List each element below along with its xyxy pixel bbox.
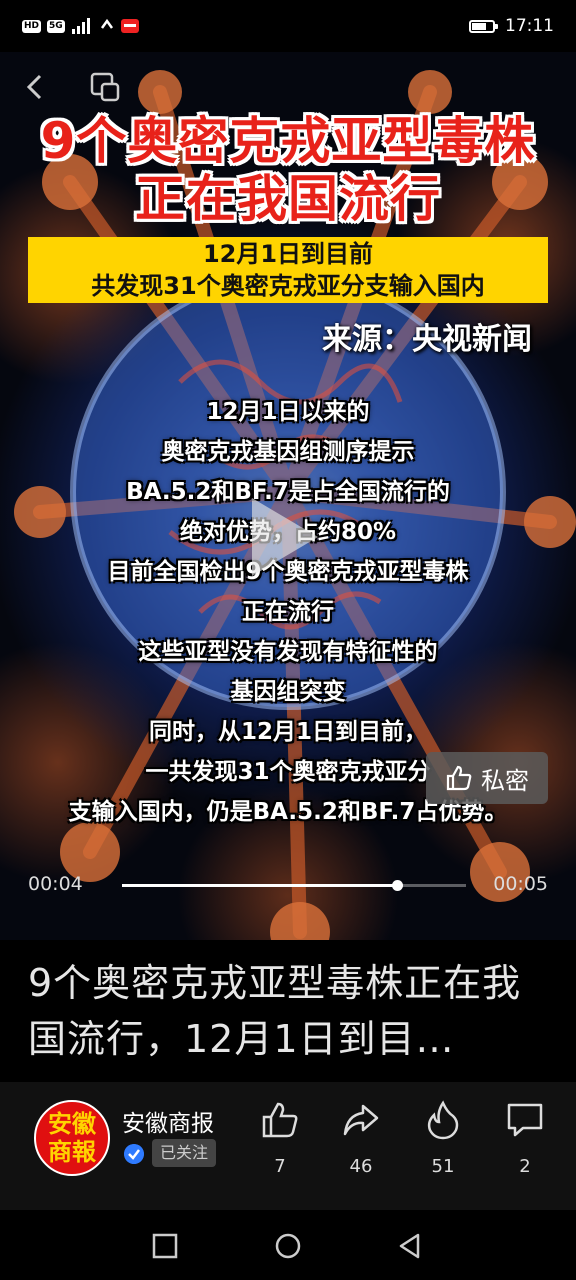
- link-icon: [100, 18, 113, 29]
- thumbs-up-icon: [446, 765, 472, 791]
- status-right: 17:11: [469, 16, 554, 36]
- play-icon[interactable]: [244, 492, 324, 582]
- bottom-action-bar: 安徽 商報 安徽商报 已关注 7 46 51 2: [0, 1082, 576, 1210]
- status-left: HD 5G: [22, 18, 139, 34]
- private-like-button[interactable]: 私密: [426, 752, 548, 804]
- hot-button[interactable]: 51: [413, 1100, 473, 1177]
- network-indicator: 5G: [47, 19, 65, 33]
- account-name[interactable]: 安徽商报: [122, 1104, 214, 1138]
- total-time: 00:05: [493, 873, 548, 895]
- clock: 17:11: [505, 16, 554, 36]
- hd-indicator: HD: [22, 19, 42, 33]
- flame-icon: [427, 1100, 459, 1140]
- video-caption[interactable]: 9个奥密克戎亚型毒株正在我国流行，12月1日到目…: [28, 955, 558, 1067]
- video-progress: 00:04 00:05: [0, 867, 576, 903]
- like-count: 7: [274, 1156, 286, 1177]
- body-line: 基因组突变: [230, 679, 346, 705]
- like-button[interactable]: 7: [250, 1100, 310, 1177]
- picture-in-picture-icon[interactable]: [88, 70, 122, 104]
- back-arrow-icon[interactable]: [20, 70, 54, 104]
- progress-fill: [122, 884, 398, 887]
- body-line: 12月1日以来的: [206, 399, 370, 425]
- avatar[interactable]: 安徽 商報: [34, 1100, 110, 1176]
- battery-icon: [469, 19, 498, 33]
- home-circle-icon[interactable]: [274, 1232, 302, 1260]
- share-button[interactable]: 46: [331, 1100, 391, 1177]
- back-triangle-icon[interactable]: [396, 1232, 424, 1260]
- share-arrow-icon: [343, 1104, 379, 1136]
- video-top-controls: [20, 70, 122, 104]
- follow-status-badge[interactable]: 已关注: [152, 1139, 217, 1167]
- body-line: 奥密克戎基因组测序提示: [161, 439, 415, 465]
- private-like-label: 私密: [481, 766, 529, 795]
- app-notification-icon: [120, 19, 139, 33]
- share-count: 46: [349, 1156, 373, 1177]
- highlight-line2: 共发现31个奥密克戎亚分支输入国内: [91, 272, 485, 300]
- system-nav-bar: [0, 1210, 576, 1280]
- thumbs-up-icon: [262, 1102, 298, 1138]
- verified-icon: [124, 1144, 144, 1164]
- body-line: 正在流行: [242, 599, 334, 625]
- video-source: 来源：央视新闻: [322, 322, 532, 357]
- comment-bubble-icon: [507, 1103, 543, 1137]
- recents-square-icon[interactable]: [151, 1232, 179, 1260]
- hot-count: 51: [431, 1156, 455, 1177]
- video-headline-line2: 正在我国流行: [135, 170, 441, 228]
- body-line: 这些亚型没有发现有特征性的: [138, 639, 438, 665]
- progress-knob[interactable]: [392, 880, 404, 891]
- comment-button[interactable]: 2: [495, 1100, 555, 1177]
- highlight-line1: 12月1日到目前: [202, 240, 374, 268]
- signal-icon: [71, 18, 90, 34]
- highlight-banner: 12月1日到目前 共发现31个奥密克戎亚分支输入国内: [28, 237, 548, 303]
- video-player[interactable]: 9个奥密克戎亚型毒株 正在我国流行 12月1日到目前 共发现31个奥密克戎亚分支…: [0, 52, 576, 940]
- status-bar: HD 5G 17:11: [0, 0, 576, 52]
- comment-count: 2: [519, 1156, 531, 1177]
- video-headline-line1: 9个奥密克戎亚型毒株: [40, 112, 536, 170]
- progress-track[interactable]: [122, 880, 466, 891]
- current-time: 00:04: [28, 873, 83, 895]
- avatar-text-bottom: 商報: [48, 1138, 96, 1166]
- avatar-text-top: 安徽: [48, 1110, 96, 1138]
- body-line: 同时，从12月1日到目前，: [148, 719, 427, 745]
